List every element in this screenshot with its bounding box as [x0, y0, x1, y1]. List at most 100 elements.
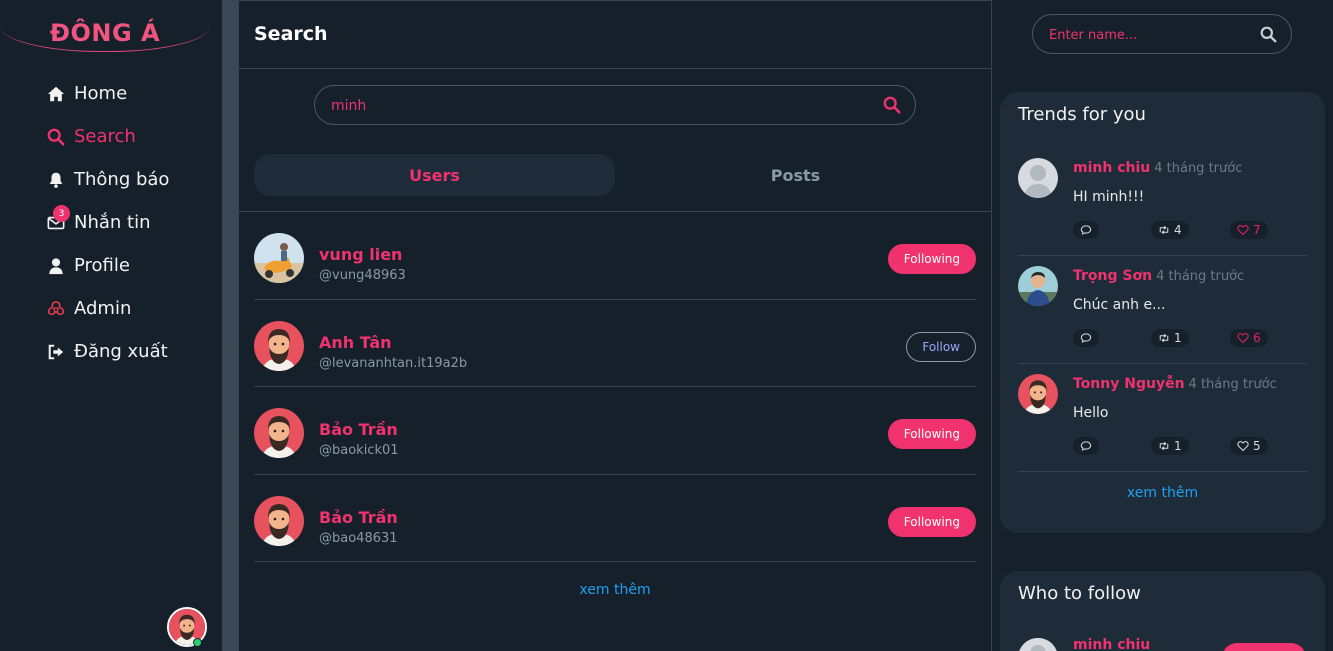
avatar[interactable]	[254, 496, 304, 546]
sidebar-item-search[interactable]: Search	[46, 115, 169, 158]
trend-actions: 4 7	[1073, 221, 1307, 239]
user-icon	[46, 256, 66, 276]
sidebar-item-admin[interactable]: Admin	[46, 287, 169, 330]
like-button[interactable]: 6	[1230, 329, 1268, 347]
user-name[interactable]: Anh Tân	[319, 333, 392, 352]
page-title: Search	[239, 1, 991, 69]
retweet-button[interactable]: 4	[1151, 221, 1189, 239]
like-button[interactable]: 5	[1230, 437, 1268, 455]
heart-icon	[1237, 332, 1249, 344]
search-field[interactable]	[314, 85, 916, 125]
user-handle: @levananhtan.it19a2b	[319, 355, 468, 371]
retweet-icon	[1158, 440, 1170, 452]
trend-text: Hello	[1073, 405, 1109, 421]
list-item[interactable]: Bảo Trần @baokick01 Following	[254, 387, 976, 475]
like-count: 7	[1253, 223, 1261, 237]
who-to-follow-card: Who to follow minh chiu	[1000, 571, 1325, 651]
list-item[interactable]: vung lien @vung48963 Following	[254, 212, 976, 300]
biohazard-icon	[46, 299, 66, 319]
trend-author[interactable]: minh chiu	[1073, 160, 1150, 176]
trend-time: 4 tháng trước	[1188, 377, 1277, 392]
user-handle: @baokick01	[319, 443, 399, 458]
search-icon[interactable]	[1260, 26, 1277, 43]
avatar[interactable]	[254, 233, 304, 283]
search-panel: Search Users Posts vung lien @vung48963 …	[238, 0, 992, 651]
retweet-icon	[1158, 332, 1170, 344]
user-name[interactable]: vung lien	[319, 245, 402, 264]
heart-icon	[1237, 224, 1249, 236]
sidebar-item-label: Admin	[74, 298, 132, 319]
column-gutter	[222, 0, 238, 651]
user-results-list: vung lien @vung48963 Following Anh Tân @…	[254, 212, 976, 562]
trend-item[interactable]: minh chiu 4 tháng trước HI minh!!! 4 7	[1018, 148, 1307, 256]
online-status-indicator	[193, 638, 202, 647]
trend-item[interactable]: Trọng Sơn 4 tháng trước Chúc anh e... 1 6	[1018, 256, 1307, 364]
search-icon	[46, 127, 66, 147]
following-button[interactable]: Following	[887, 419, 976, 449]
following-button[interactable]: Following	[887, 244, 976, 274]
heart-icon	[1237, 440, 1249, 452]
bell-icon	[46, 170, 66, 190]
sidebar-nav: Home Search Thông báo 3 Nhắn tin Profile…	[46, 72, 169, 373]
search-input[interactable]	[331, 95, 871, 117]
retweet-button[interactable]: 1	[1151, 329, 1189, 347]
sidebar-item-logout[interactable]: Đăng xuất	[46, 330, 169, 373]
list-item[interactable]: Anh Tân @levananhtan.it19a2b Follow	[254, 300, 976, 387]
see-more-link[interactable]: xem thêm	[239, 582, 991, 598]
trend-text: HI minh!!!	[1073, 189, 1145, 205]
suggested-user-name[interactable]: minh chiu	[1073, 637, 1150, 651]
user-name[interactable]: Bảo Trần	[319, 508, 398, 527]
trend-actions: 1 5	[1073, 437, 1307, 455]
sidebar-item-messages[interactable]: 3 Nhắn tin	[46, 201, 169, 244]
tab-posts[interactable]: Posts	[615, 154, 976, 196]
following-button[interactable]: Following	[887, 506, 976, 537]
like-count: 6	[1253, 331, 1261, 345]
sidebar-item-label: Home	[74, 83, 128, 104]
trend-time: 4 tháng trước	[1156, 269, 1245, 284]
retweet-count: 1	[1174, 331, 1182, 345]
comment-button[interactable]	[1073, 329, 1099, 347]
home-icon	[46, 84, 66, 104]
retweet-button[interactable]: 1	[1151, 437, 1189, 455]
sidebar-item-label: Thông báo	[74, 169, 170, 190]
sidebar: ĐÔNG Á Home Search Thông báo 3 Nhắn tin	[0, 0, 222, 651]
retweet-count: 4	[1174, 223, 1182, 237]
list-item[interactable]: Bảo Trần @bao48631 Following	[254, 475, 976, 562]
trend-author[interactable]: Trọng Sơn	[1073, 268, 1152, 284]
tab-users[interactable]: Users	[254, 154, 615, 196]
sidebar-item-label: Nhắn tin	[74, 212, 151, 233]
avatar[interactable]	[254, 408, 304, 458]
follow-button[interactable]	[1222, 643, 1306, 651]
retweet-count: 1	[1174, 439, 1182, 453]
sidebar-item-label: Profile	[74, 255, 130, 276]
trend-text: Chúc anh e...	[1073, 297, 1166, 313]
avatar[interactable]	[1018, 158, 1058, 198]
trends-title: Trends for you	[1018, 104, 1146, 125]
avatar[interactable]	[1018, 374, 1058, 414]
see-more-link[interactable]: xem thêm	[1000, 485, 1325, 501]
avatar[interactable]	[254, 321, 304, 371]
app-logo[interactable]: ĐÔNG Á	[0, 19, 210, 47]
sidebar-item-notifications[interactable]: Thông báo	[46, 158, 169, 201]
user-name[interactable]: Bảo Trần	[319, 420, 398, 439]
sidebar-item-home[interactable]: Home	[46, 72, 169, 115]
trend-actions: 1 6	[1073, 329, 1307, 347]
search-tabs: Users Posts	[254, 154, 976, 196]
search-icon[interactable]	[883, 96, 901, 114]
retweet-icon	[1158, 224, 1170, 236]
scrollbar[interactable]	[1325, 0, 1333, 432]
sidebar-item-profile[interactable]: Profile	[46, 244, 169, 287]
avatar[interactable]	[1018, 266, 1058, 306]
like-button[interactable]: 7	[1230, 221, 1268, 239]
comment-button[interactable]	[1073, 221, 1099, 239]
trend-item[interactable]: Tonny Nguyễn 4 tháng trước Hello 1 5	[1018, 364, 1307, 472]
name-search-input[interactable]	[1049, 25, 1249, 45]
trend-author[interactable]: Tonny Nguyễn	[1073, 376, 1185, 392]
message-count-badge: 3	[53, 205, 70, 222]
who-to-follow-title: Who to follow	[1018, 583, 1141, 604]
right-search-field[interactable]	[1032, 14, 1292, 54]
trend-time: 4 tháng trước	[1154, 161, 1243, 176]
avatar[interactable]	[1018, 638, 1058, 651]
comment-button[interactable]	[1073, 437, 1099, 455]
follow-button[interactable]: Follow	[906, 331, 976, 362]
